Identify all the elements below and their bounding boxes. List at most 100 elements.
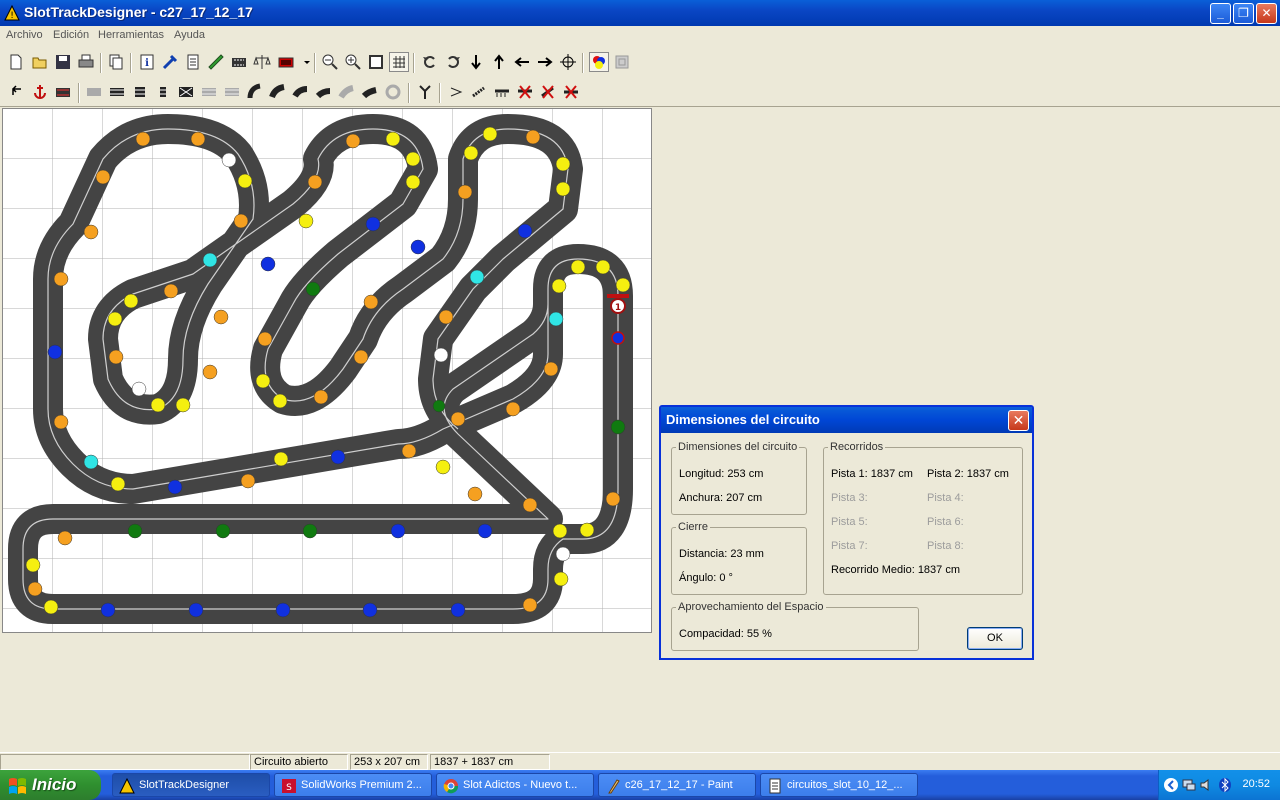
- pista8-value: Pista 8:: [927, 540, 964, 552]
- straight-5-icon[interactable]: [199, 82, 219, 102]
- start-label: 1: [615, 303, 621, 313]
- menu-herramientas[interactable]: Herramientas: [98, 29, 164, 41]
- dimensions-dialog: Dimensiones del circuito ✕ Dimensiones d…: [659, 405, 1034, 660]
- curve-1-icon[interactable]: [245, 82, 265, 102]
- document-icon: [769, 778, 781, 794]
- curve-7-icon[interactable]: [383, 82, 403, 102]
- dropdown-arrow-icon[interactable]: [297, 52, 310, 72]
- crossing-icon[interactable]: [176, 82, 196, 102]
- anchor-icon[interactable]: [30, 82, 50, 102]
- bluetooth-icon[interactable]: [1217, 777, 1233, 793]
- print-icon[interactable]: [76, 52, 96, 72]
- rotate-left-icon[interactable]: [420, 52, 440, 72]
- arrow-up-icon[interactable]: [489, 52, 509, 72]
- remove-1-icon[interactable]: [515, 82, 535, 102]
- zoom-fit-icon[interactable]: [366, 52, 386, 72]
- split-icon[interactable]: [415, 82, 435, 102]
- undo-icon[interactable]: [7, 82, 27, 102]
- straight-1-icon[interactable]: [84, 82, 104, 102]
- close-button[interactable]: ✕: [1256, 3, 1277, 24]
- volume-icon[interactable]: [1199, 777, 1215, 793]
- track-canvas[interactable]: 1: [2, 108, 652, 633]
- track-toolbar: [0, 80, 1280, 106]
- copy-icon[interactable]: [106, 52, 126, 72]
- system-tray: 20:52: [1158, 770, 1280, 800]
- remove-2-icon[interactable]: [538, 82, 558, 102]
- remove-3-icon[interactable]: [561, 82, 581, 102]
- curve-3-icon[interactable]: [291, 82, 311, 102]
- compacidad-value: Compacidad: 55 %: [679, 628, 772, 640]
- svg-text:!: !: [10, 11, 14, 21]
- task-paint[interactable]: c26_17_12_17 - Paint: [598, 773, 756, 797]
- ok-button[interactable]: OK: [967, 627, 1023, 650]
- clock: 20:52: [1242, 778, 1270, 790]
- balance-icon[interactable]: [252, 52, 272, 72]
- curve-4-icon[interactable]: [314, 82, 334, 102]
- task-slottrackdesigner[interactable]: SlotTrackDesigner: [112, 773, 270, 797]
- network-icon[interactable]: [1181, 777, 1197, 793]
- curve-5-icon[interactable]: [337, 82, 357, 102]
- pista5-value: Pista 5:: [831, 516, 868, 528]
- arrow-left-icon[interactable]: [512, 52, 532, 72]
- main-toolbar: i: [0, 50, 1280, 76]
- svg-text:S: S: [286, 783, 292, 793]
- info-icon[interactable]: i: [137, 52, 157, 72]
- status-lengths: 1837 + 1837 cm: [430, 754, 550, 770]
- straight-6-icon[interactable]: [222, 82, 242, 102]
- pista4-value: Pista 4:: [927, 492, 964, 504]
- menu-archivo[interactable]: Archivo: [6, 29, 43, 41]
- tray-arrow-icon[interactable]: [1163, 777, 1179, 793]
- angulo-value: Ángulo: 0 °: [679, 572, 733, 584]
- cierre-group-label: Cierre: [678, 521, 708, 533]
- maximize-button[interactable]: ❐: [1233, 3, 1254, 24]
- new-icon[interactable]: [6, 52, 26, 72]
- pista1-value: Pista 1: 1837 cm: [831, 468, 913, 480]
- menu-ayuda[interactable]: Ayuda: [174, 29, 205, 41]
- task-solidworks[interactable]: S SolidWorks Premium 2...: [274, 773, 432, 797]
- espacio-group-label: Aprovechamiento del Espacio: [678, 601, 824, 613]
- task-slot-adictos[interactable]: Slot Adictos - Nuevo t...: [436, 773, 594, 797]
- minimize-button[interactable]: _: [1210, 3, 1231, 24]
- svg-text:i: i: [145, 58, 149, 69]
- arrow-right-icon[interactable]: [535, 52, 555, 72]
- ruler-icon[interactable]: [206, 52, 226, 72]
- open-icon[interactable]: [30, 52, 50, 72]
- status-empty-panel: [0, 754, 250, 770]
- status-state: Circuito abierto: [250, 754, 348, 770]
- straight-3-icon[interactable]: [130, 82, 150, 102]
- gray-box-icon[interactable]: [612, 52, 632, 72]
- start-button[interactable]: Inicio: [0, 770, 101, 800]
- dims-group-label: Dimensiones del circuito: [678, 441, 798, 453]
- pista2-value: Pista 2: 1837 cm: [927, 468, 1009, 480]
- track-piece-icon[interactable]: [53, 82, 73, 102]
- curve-2-icon[interactable]: [268, 82, 288, 102]
- app-logo-icon: !: [4, 5, 20, 21]
- menu-bar: Archivo Edición Herramientas Ayuda: [0, 26, 1280, 46]
- color-dots-icon[interactable]: [589, 52, 609, 72]
- task-circuitos[interactable]: circuitos_slot_10_12_...: [760, 773, 918, 797]
- piece-icon[interactable]: [229, 52, 249, 72]
- grid-icon[interactable]: [389, 52, 409, 72]
- center-icon[interactable]: [558, 52, 578, 72]
- tools-icon[interactable]: [160, 52, 180, 72]
- border-3-icon[interactable]: [492, 82, 512, 102]
- straight-4-icon[interactable]: [153, 82, 173, 102]
- menu-edicion[interactable]: Edición: [53, 29, 89, 41]
- rotate-right-icon[interactable]: [443, 52, 463, 72]
- zoom-out-icon[interactable]: [320, 52, 340, 72]
- dialog-title: Dimensiones del circuito: [661, 407, 1032, 433]
- dialog-close-button[interactable]: ✕: [1008, 410, 1029, 431]
- arrow-down-icon[interactable]: [466, 52, 486, 72]
- title-bar: ! SlotTrackDesigner - c27_17_12_17 _ ❐ ✕: [0, 0, 1280, 26]
- document-icon[interactable]: [183, 52, 203, 72]
- border-1-icon[interactable]: [446, 82, 466, 102]
- zoom-in-icon[interactable]: [343, 52, 363, 72]
- save-icon[interactable]: [53, 52, 73, 72]
- layer-icon[interactable]: [276, 52, 296, 72]
- border-2-icon[interactable]: [469, 82, 489, 102]
- warning-icon: [119, 778, 135, 794]
- curve-6-icon[interactable]: [360, 82, 380, 102]
- straight-2-icon[interactable]: [107, 82, 127, 102]
- status-bar: Circuito abierto 253 x 207 cm 1837 + 183…: [0, 752, 1280, 770]
- status-size: 253 x 207 cm: [350, 754, 428, 770]
